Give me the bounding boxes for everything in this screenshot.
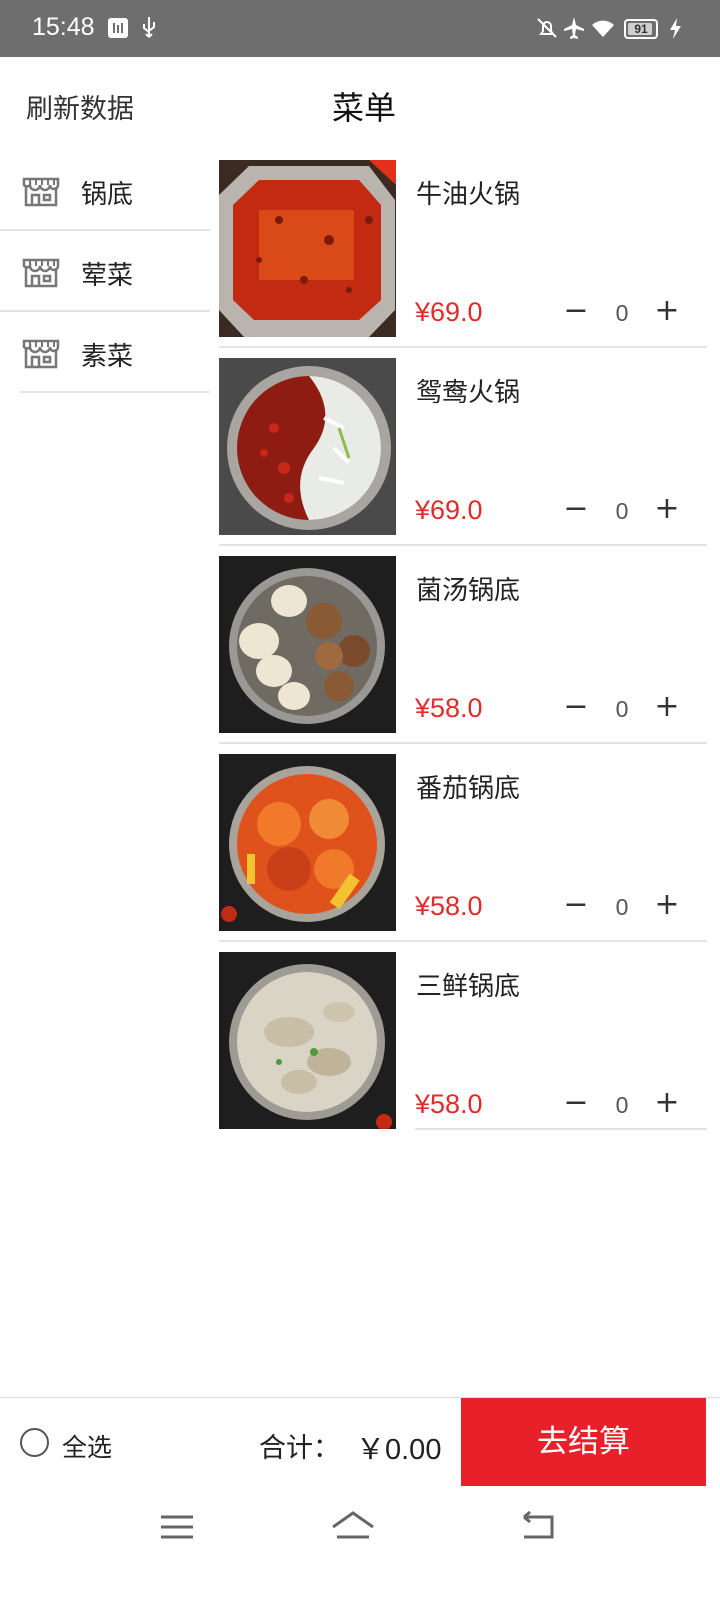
airplane-icon	[564, 17, 584, 39]
status-bar: 15:48 91	[0, 0, 720, 57]
butter-hotpot-image[interactable]	[219, 160, 396, 337]
plus-button[interactable]: +	[649, 888, 685, 924]
minus-button[interactable]: −	[558, 1086, 594, 1122]
plus-button[interactable]: +	[649, 492, 685, 528]
shop-icon	[22, 258, 60, 288]
list-item: 牛油火锅 ¥69.0 − 0 +	[219, 160, 707, 358]
cart-bar: 全选 合计： ￥0.00 去结算	[0, 1397, 720, 1487]
system-nav-bar	[0, 1487, 720, 1600]
quantity-value: 0	[615, 1092, 629, 1118]
sidebar-item-guodi[interactable]: 锅底	[0, 150, 210, 231]
app-header: 刷新数据 菜单	[0, 57, 720, 157]
product-price: ¥69.0	[415, 297, 483, 327]
quantity-value: 0	[615, 300, 629, 326]
product-price: ¥58.0	[415, 891, 483, 921]
list-item: 三鲜锅底 ¥58.0 − 0 +	[219, 952, 707, 1150]
select-all-label[interactable]: 全选	[62, 1428, 112, 1464]
product-price: ¥69.0	[415, 495, 483, 525]
product-name: 牛油火锅	[416, 180, 521, 210]
sidebar-item-huncai[interactable]: 荤菜	[0, 231, 210, 312]
shop-icon	[22, 339, 60, 369]
sidebar-item-label: 锅底	[81, 180, 134, 210]
back-icon[interactable]	[514, 1507, 562, 1547]
status-time: 15:48	[32, 13, 95, 41]
quantity-value: 0	[615, 498, 629, 524]
total-amount: ￥0.00	[356, 1434, 442, 1466]
menu-icon[interactable]	[153, 1507, 201, 1547]
charging-icon	[670, 18, 681, 39]
quantity-value: 0	[615, 894, 629, 920]
category-sidebar: 锅底 荤菜 素菜	[0, 150, 210, 393]
tomato-soup-image[interactable]	[219, 754, 396, 931]
list-item: 鸳鸯火锅 ¥69.0 − 0 +	[219, 358, 707, 556]
divider	[415, 1128, 707, 1130]
mute-icon	[537, 18, 557, 38]
quantity-value: 0	[615, 696, 629, 722]
page-title: 菜单	[331, 89, 396, 127]
sidebar-item-sucai[interactable]: 素菜	[0, 312, 210, 393]
minus-button[interactable]: −	[558, 888, 594, 924]
product-name: 番茄锅底	[416, 774, 521, 804]
divider	[219, 742, 707, 744]
plus-button[interactable]: +	[649, 690, 685, 726]
plus-button[interactable]: +	[649, 1086, 685, 1122]
list-item: 番茄锅底 ¥58.0 − 0 +	[219, 754, 707, 952]
product-name: 菌汤锅底	[416, 576, 521, 606]
three-delicacy-soup-image[interactable]	[219, 952, 396, 1129]
divider	[219, 346, 707, 348]
shop-icon	[22, 177, 60, 207]
divider	[219, 544, 707, 546]
minus-button[interactable]: −	[558, 690, 594, 726]
divider	[20, 391, 210, 393]
minus-button[interactable]: −	[558, 492, 594, 528]
battery-icon: 91	[624, 19, 658, 39]
sidebar-item-label: 素菜	[81, 342, 134, 372]
usb-debug-icon	[108, 18, 128, 38]
wifi-icon	[592, 20, 614, 37]
total-label: 合计：	[259, 1433, 340, 1464]
product-price: ¥58.0	[415, 693, 483, 723]
divider	[219, 940, 707, 942]
checkout-button[interactable]: 去结算	[461, 1398, 706, 1486]
product-price: ¥58.0	[415, 1089, 483, 1119]
yuanyang-hotpot-image[interactable]	[219, 358, 396, 535]
mushroom-soup-image[interactable]	[219, 556, 396, 733]
usb-icon	[143, 17, 155, 38]
home-icon[interactable]	[329, 1507, 377, 1547]
product-name: 鸳鸯火锅	[416, 378, 521, 408]
product-name: 三鲜锅底	[416, 972, 521, 1002]
sidebar-item-label: 荤菜	[81, 261, 134, 291]
product-list: 牛油火锅 ¥69.0 − 0 + 鸳鸯火锅 ¥69.0 − 0 + 菌汤锅底 ¥…	[219, 160, 707, 1150]
minus-button[interactable]: −	[558, 294, 594, 330]
select-all-radio[interactable]	[20, 1428, 49, 1457]
plus-button[interactable]: +	[649, 294, 685, 330]
list-item: 菌汤锅底 ¥58.0 − 0 +	[219, 556, 707, 754]
